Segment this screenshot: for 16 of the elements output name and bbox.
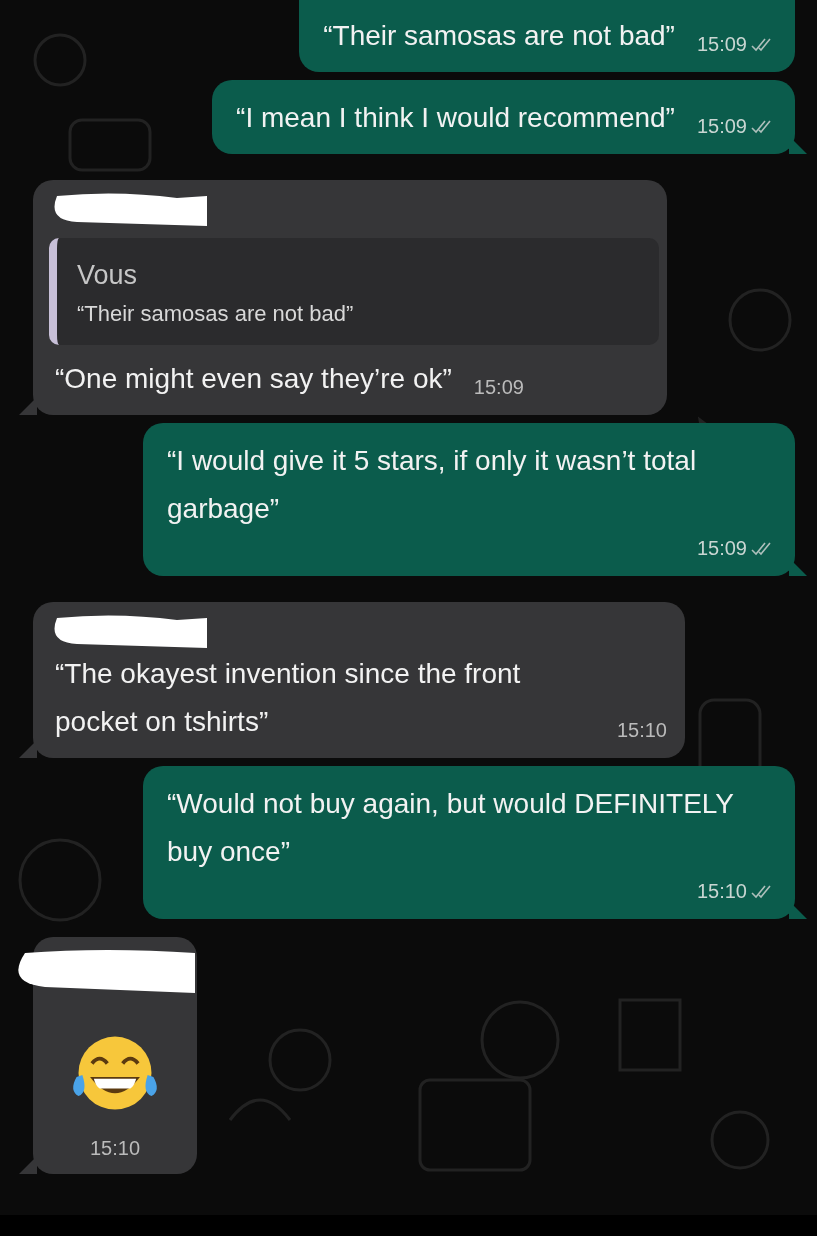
message-time: 15:09 [696,115,747,138]
message-text: “One might even say they’re ok” [55,362,452,396]
message-text: “I mean I think I would recommend” [236,101,675,135]
message-time: 15:09 [696,537,747,560]
message-time: 15:10 [616,719,667,743]
message-text: “The okayest invention since the front pocket on tshirts” [55,657,522,739]
quote-text: “Their samosas are not bad” [77,301,355,327]
message-time: 15:09 [696,33,747,56]
message-text: “I would give it 5 stars, if only it wasn’t total garbage” [167,444,698,526]
message-text: “Would not buy again, but would DEFINITELY buy once” [167,787,735,869]
message-text: “Their samosas are not bad” [323,19,675,53]
message-time: 15:10 [89,1137,141,1160]
quote-author: Vous [77,260,139,291]
message-time: 15:09 [473,376,524,400]
quoted-message[interactable]: Vous “Their samosas are not bad” [49,238,659,345]
message-time: 15:10 [696,880,747,903]
